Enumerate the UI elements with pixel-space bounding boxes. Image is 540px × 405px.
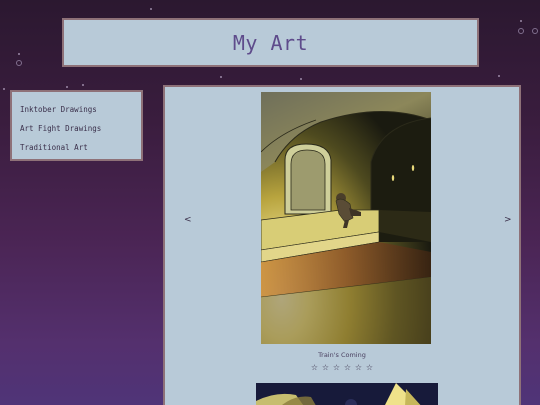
background-star: [82, 84, 84, 86]
rating-stars: ☆ ☆ ☆ ☆ ☆ ☆: [165, 363, 519, 372]
sidebar-item-traditional[interactable]: Traditional Art: [20, 143, 88, 152]
rating-star-icon[interactable]: ☆: [355, 363, 363, 372]
sidebar-item-inktober[interactable]: Inktober Drawings: [20, 105, 97, 114]
artwork-image-next[interactable]: [256, 383, 438, 405]
artwork-image[interactable]: [261, 92, 431, 344]
next-arrow-button[interactable]: >: [504, 215, 512, 225]
rating-star-icon[interactable]: ☆: [322, 363, 330, 372]
background-star: [3, 88, 5, 90]
background-star: [16, 60, 22, 66]
previous-arrow-button[interactable]: <: [184, 215, 192, 225]
artwork-caption: Train's Coming: [318, 351, 366, 359]
background-star: [498, 75, 500, 77]
page-header: My Art: [62, 18, 479, 67]
sidebar-item-art-fight[interactable]: Art Fight Drawings: [20, 124, 101, 133]
background-star: [300, 78, 302, 80]
background-star: [18, 53, 20, 55]
background-star: [532, 28, 538, 34]
sidebar-nav: Inktober Drawings Art Fight Drawings Tra…: [10, 90, 143, 161]
background-star: [150, 8, 152, 10]
background-star: [518, 28, 524, 34]
rating-star-icon[interactable]: ☆: [311, 363, 319, 372]
gallery-panel: < > Train's Coming ☆ ☆ ☆ ☆ ☆ ☆: [163, 85, 521, 405]
rating-star-icon[interactable]: ☆: [344, 363, 352, 372]
background-star: [220, 76, 222, 78]
background-star: [520, 20, 522, 22]
page-title: My Art: [232, 30, 309, 55]
background-star: [66, 86, 68, 88]
rating-star-icon[interactable]: ☆: [366, 363, 374, 372]
rating-star-icon[interactable]: ☆: [333, 363, 341, 372]
